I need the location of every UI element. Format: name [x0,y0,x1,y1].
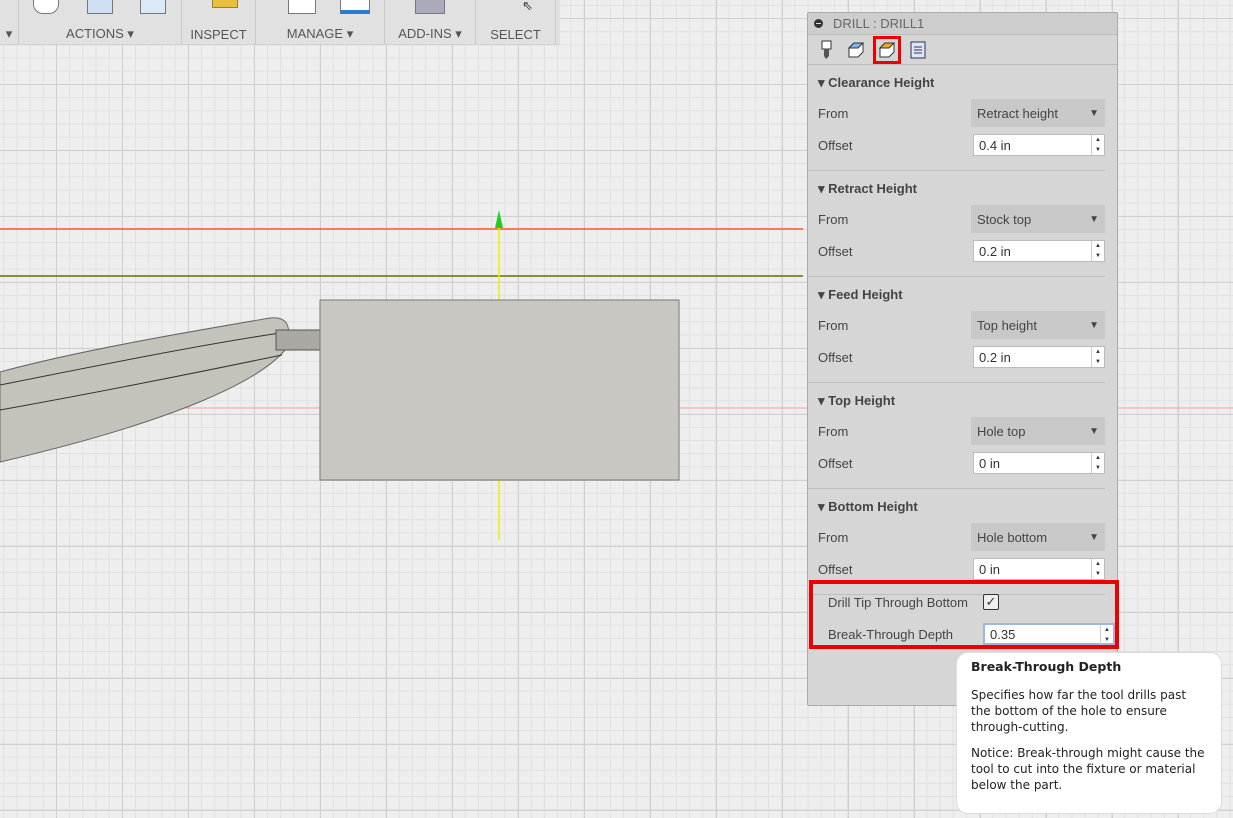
from-row: From Top height ▼ [818,311,1105,339]
from-dropdown[interactable]: Hole top ▼ [971,417,1105,445]
toolbar-group-actions[interactable]: ACTIONS ▾ [19,0,182,45]
drill-tool-stub [275,329,321,351]
stock-body [319,299,680,481]
section-feed-height: ▾ Feed Height From Top height ▼ Offset 0.… [808,277,1105,383]
section-header[interactable]: ▾ Clearance Height [818,75,934,91]
highlight-box [809,580,1119,649]
from-row: From Hole bottom ▼ [818,523,1105,551]
tool-library-icon[interactable] [288,0,316,14]
chevron-down-icon: ▼ [1089,531,1099,543]
panel-title: DRILL : DRILL1 [833,16,925,31]
section-header[interactable]: ▾ Top Height [818,393,895,409]
offset-input[interactable]: 0.4 in ▲ ▼ [973,134,1105,156]
spinner[interactable]: ▲ ▼ [1091,453,1104,473]
toolbar: ▾ ACTIONS ▾ INSPECT MANAGE ▾ ADD-INS ▾ ⇖… [0,0,560,45]
drill-bit-icon [821,40,832,59]
cursor-arrow-icon[interactable]: ⇖ [522,0,533,14]
from-dropdown[interactable]: Stock top ▼ [971,205,1105,233]
passes-icon [910,41,926,58]
offset-input[interactable]: 0.2 in ▲ ▼ [973,346,1105,368]
spinner[interactable]: ▲ ▼ [1091,559,1104,579]
chevron-down-icon: ▼ [1089,425,1099,437]
post-process-icon[interactable] [87,0,113,14]
section-header[interactable]: ▾ Retract Height [818,181,917,197]
from-dropdown[interactable]: Retract height ▼ [971,99,1105,127]
from-dropdown[interactable]: Top height ▼ [971,311,1105,339]
geometry-cube-icon [847,42,865,57]
section-header[interactable]: ▾ Feed Height [818,287,903,303]
tab-geometry[interactable] [844,38,868,62]
measure-icon[interactable] [212,0,238,8]
from-row: From Hole top ▼ [818,417,1105,445]
tab-heights[interactable] [873,35,901,64]
tab-tool[interactable] [814,38,838,62]
from-row: From Stock top ▼ [818,205,1105,233]
section-clearance-height: ▾ Clearance Height From Retract height ▼ … [808,65,1105,171]
tooltip-notice: Notice: Break-through might cause the to… [971,746,1205,792]
tooltip: Break-Through Depth Specifies how far th… [956,652,1222,814]
tooltip-title: Break-Through Depth [971,659,1122,674]
z-axis-arrow-icon [495,210,503,228]
toolbar-group-inspect[interactable]: INSPECT [182,0,256,45]
collapse-icon[interactable] [814,19,823,28]
spinner[interactable]: ▲ ▼ [1091,135,1104,155]
offset-row: Offset 0.2 in ▲ ▼ [818,237,1105,265]
offset-row: Offset 0 in ▲ ▼ [818,449,1105,477]
toolbar-group-manage[interactable]: MANAGE ▾ [256,0,385,45]
offset-input[interactable]: 0 in ▲ ▼ [973,452,1105,474]
tab-passes[interactable] [906,38,930,62]
task-manager-icon[interactable] [340,0,370,14]
section-header[interactable]: ▾ Bottom Height [818,499,918,515]
offset-row: Offset 0.2 in ▲ ▼ [818,343,1105,371]
toolbar-group-addins[interactable]: ADD-INS ▾ [385,0,476,45]
chevron-down-icon: ▼ [1089,213,1099,225]
chevron-down-icon: ▼ [1089,107,1099,119]
from-row: From Retract height ▼ [818,99,1105,127]
heights-cube-icon [878,42,896,57]
setup-sheet-icon[interactable] [140,0,166,14]
panel-tabs [808,35,1117,65]
spinner[interactable]: ▲ ▼ [1091,347,1104,367]
panel-header[interactable]: DRILL : DRILL1 [808,13,1117,35]
spinner[interactable]: ▲ ▼ [1091,241,1104,261]
tool-holder-shape [0,317,290,463]
chevron-down-icon: ▼ [1089,319,1099,331]
section-top-height: ▾ Top Height From Hole top ▼ Offset 0 in ▲… [808,383,1105,489]
section-retract-height: ▾ Retract Height From Stock top ▼ Offset … [808,171,1105,277]
from-dropdown[interactable]: Hole bottom ▼ [971,523,1105,551]
offset-input[interactable]: 0.2 in ▲ ▼ [973,240,1105,262]
toolbar-group-overflow[interactable]: ▾ [0,0,19,45]
tooltip-description: Specifies how far the tool drills past t… [971,688,1187,734]
offset-row: Offset 0 in ▲ ▼ [818,555,1105,583]
addins-gear-icon[interactable] [415,0,445,14]
offset-row: Offset 0.4 in ▲ ▼ [818,131,1105,159]
simulate-icon[interactable] [33,0,59,14]
toolbar-group-select[interactable]: ⇖ SELECT [476,0,556,45]
offset-input[interactable]: 0 in ▲ ▼ [973,558,1105,580]
